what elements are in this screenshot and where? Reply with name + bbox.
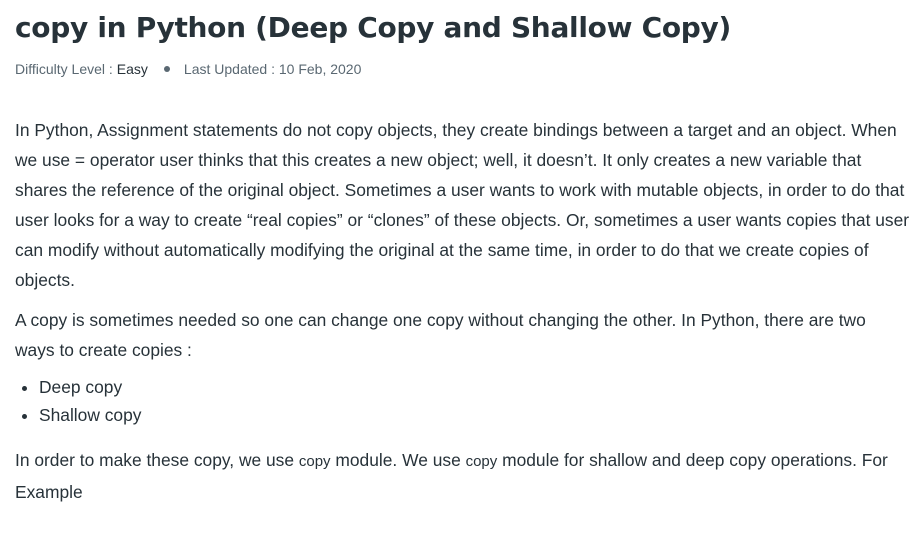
- list-item-deep-copy: Deep copy: [39, 373, 910, 401]
- difficulty-value-link[interactable]: Easy: [117, 60, 148, 78]
- paragraph-copy-need: A copy is sometimes needed so one can ch…: [15, 310, 866, 360]
- code-copy-1: copy: [298, 453, 331, 470]
- list-item-shallow-copy: Shallow copy: [39, 401, 910, 429]
- last-updated: Last Updated : 10 Feb, 2020: [183, 61, 362, 77]
- copy-types-list: Deep copy Shallow copy: [15, 373, 910, 429]
- article-title: copy in Python (Deep Copy and Shallow Co…: [15, 11, 731, 44]
- article-meta: Difficulty Level : Easy Last Updated : 1…: [15, 60, 910, 78]
- code-copy-2: copy: [465, 453, 498, 470]
- difficulty-label: Difficulty Level :: [15, 61, 113, 77]
- closing-text-2: module. We use: [330, 450, 466, 470]
- paragraph-copy-module: In order to make these copy, we use copy…: [15, 445, 910, 507]
- article: copy in Python (Deep Copy and Shallow Co…: [15, 0, 910, 507]
- closing-text-1: In order to make these copy, we use: [15, 450, 299, 470]
- separator-dot: [163, 66, 170, 72]
- paragraph-intro: In Python, Assignment statements do not …: [15, 120, 910, 290]
